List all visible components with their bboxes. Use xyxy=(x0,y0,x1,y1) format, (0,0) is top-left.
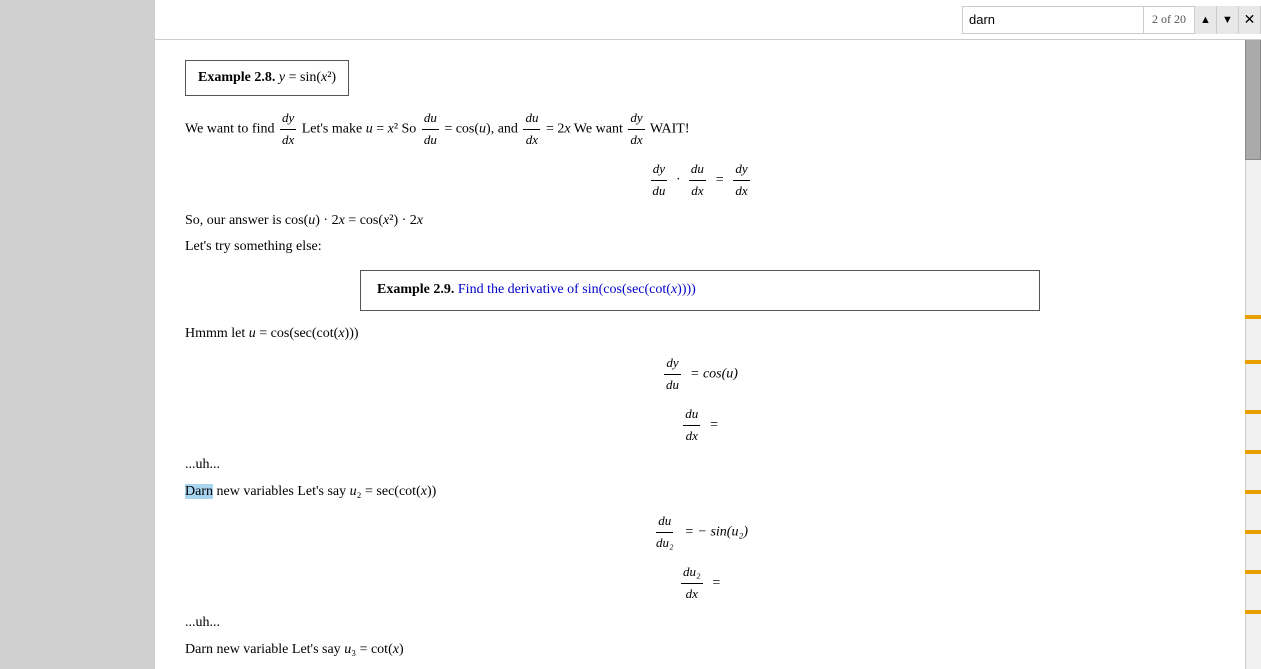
example-29-box: Example 2.9. Find the derivative of sin(… xyxy=(360,270,1040,310)
du2-dx-blank: du₂ dx = xyxy=(185,562,1215,605)
search-box: 2 of 20 ▲ ▼ ✕ xyxy=(962,6,1245,34)
line-1: We want to find dy dx Let's make u = x² … xyxy=(185,108,1215,151)
darn-highlight-1: Darn xyxy=(185,484,213,499)
uh-2: ...uh... xyxy=(185,612,1215,634)
search-input[interactable] xyxy=(963,10,1143,29)
top-bar: 2 of 20 ▲ ▼ ✕ xyxy=(155,0,1245,40)
nav-down-button[interactable]: ▼ xyxy=(1216,6,1238,34)
left-sidebar xyxy=(0,0,155,669)
search-count: 2 of 20 xyxy=(1143,7,1194,33)
darn-line-2: Darn new variable Let's say u₃ = cot(x) xyxy=(185,639,1215,661)
example-28-text: y = sin(x²) xyxy=(279,70,336,85)
darn-line-1: Darn new variables Let's say u₂ = sec(co… xyxy=(185,481,1215,503)
content-body: Example 2.8. y = sin(x²) We want to find… xyxy=(185,60,1215,669)
example-28-label: Example 2.8. xyxy=(198,70,275,85)
answer-line: So, our answer is cos(u) · 2x = cos(x²) … xyxy=(185,210,1215,232)
chain-rule-block: dy du · du dx = dy dx xyxy=(185,159,1215,202)
scroll-match-3 xyxy=(1245,360,1261,364)
scroll-match-4 xyxy=(1245,410,1261,414)
scroll-match-9 xyxy=(1245,610,1261,614)
du-du2-block: du du₂ = − sin(u₂) xyxy=(185,511,1215,554)
example-28-box: Example 2.8. y = sin(x²) xyxy=(185,60,349,96)
scroll-match-2 xyxy=(1245,315,1261,319)
scroll-match-8 xyxy=(1245,570,1261,574)
uh-1: ...uh... xyxy=(185,454,1215,476)
dy-dx-inline: dy dx xyxy=(278,122,302,137)
close-button[interactable]: ✕ xyxy=(1238,6,1245,34)
nav-up-button[interactable]: ▲ xyxy=(1194,6,1216,34)
scroll-match-5 xyxy=(1245,450,1261,454)
main-content: 2 of 20 ▲ ▼ ✕ Example 2.8. y = sin(x²) W… xyxy=(155,0,1245,669)
scroll-match-7 xyxy=(1245,530,1261,534)
example-29-text: Find the derivative of sin(cos(sec(cot(x… xyxy=(458,282,696,297)
hmmm-line: Hmmm let u = cos(sec(cot(x))) xyxy=(185,323,1215,345)
right-scrollbar[interactable] xyxy=(1245,0,1261,669)
example-29-label: Example 2.9. xyxy=(377,282,454,297)
du-dx-blank: du dx = xyxy=(185,404,1215,447)
try-line: Let's try something else: xyxy=(185,236,1215,258)
scroll-match-6 xyxy=(1245,490,1261,494)
dy-du-block: dy du = cos(u) xyxy=(185,353,1215,396)
